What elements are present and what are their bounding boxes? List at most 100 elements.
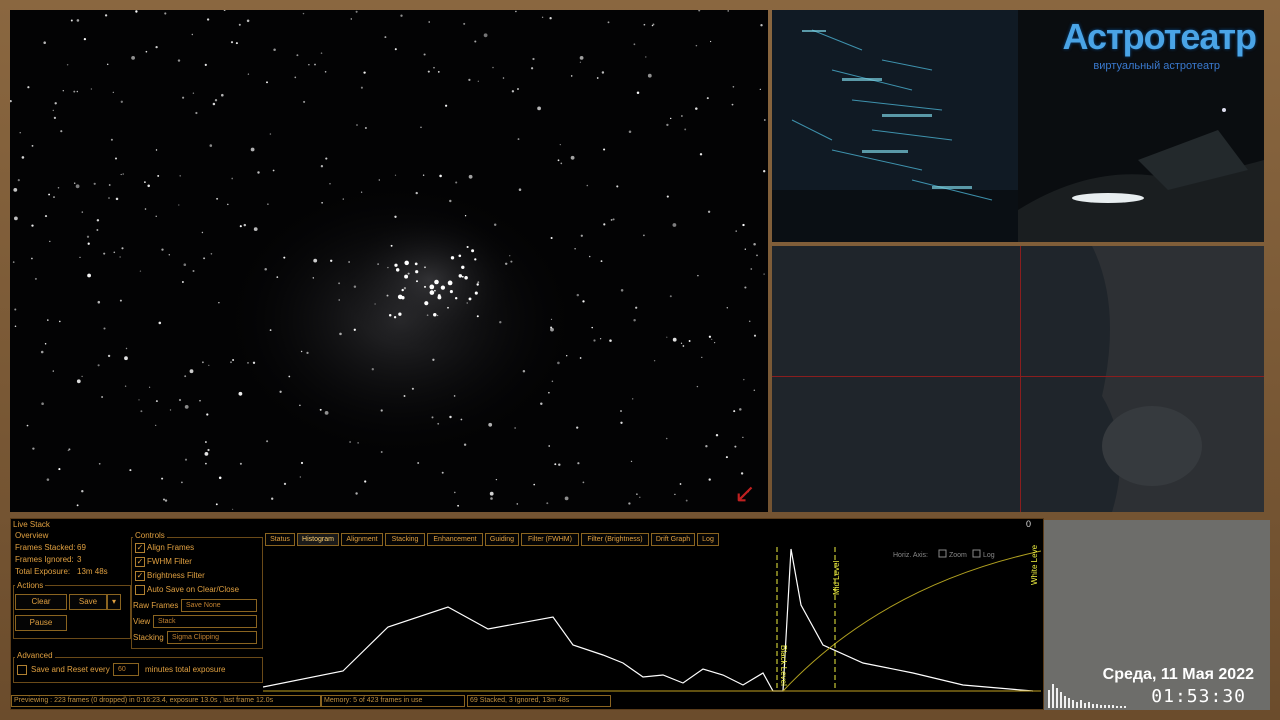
star (517, 88, 519, 90)
cluster-star (433, 313, 437, 317)
save-menu-button[interactable]: ▾ (107, 594, 121, 610)
star (669, 295, 672, 298)
cluster-star (414, 262, 418, 266)
star (672, 223, 677, 227)
star-map-chart (772, 29, 1018, 242)
star (283, 482, 287, 486)
star (355, 10, 358, 13)
cluster-star (401, 296, 405, 300)
star (252, 361, 256, 364)
dome-camera-view: Астротеатр виртуальный астротеатр (1018, 10, 1264, 242)
star (140, 410, 143, 413)
star (763, 170, 766, 173)
star (636, 91, 640, 94)
planetarium-view[interactable] (772, 10, 1018, 242)
star (428, 21, 431, 23)
star (177, 59, 181, 62)
raw-frames-select[interactable]: Save None (181, 599, 257, 612)
star (576, 293, 580, 297)
star (120, 100, 123, 103)
star (125, 347, 128, 350)
star (208, 364, 210, 367)
star (645, 56, 647, 58)
fwhm-filter-checkbox[interactable]: ✓ (135, 557, 145, 567)
star (124, 385, 127, 387)
star (748, 320, 751, 323)
star (253, 227, 258, 232)
histogram-chart[interactable]: Black Level Mid Level White Level Horiz.… (263, 545, 1041, 693)
raw-frames-label: Raw Frames (133, 601, 179, 610)
star (744, 286, 747, 289)
star (763, 273, 765, 275)
star (548, 391, 550, 394)
star (54, 102, 57, 105)
pause-button[interactable]: Pause (15, 615, 67, 631)
star (630, 460, 633, 463)
star (696, 385, 699, 388)
star (184, 458, 188, 461)
star (26, 424, 29, 427)
star (209, 144, 213, 147)
star (753, 334, 757, 337)
star (695, 107, 698, 110)
star (518, 188, 522, 191)
star (364, 480, 367, 483)
star (239, 462, 242, 465)
guide-camera-view[interactable] (772, 246, 1264, 512)
brightness-filter-checkbox[interactable]: ✓ (135, 571, 145, 581)
star (330, 259, 333, 262)
close-button[interactable]: 0 (1026, 519, 1031, 529)
star (464, 215, 467, 217)
star (235, 42, 238, 45)
stacking-select[interactable]: Sigma Clipping (167, 631, 257, 644)
star (184, 375, 187, 378)
stacked-image-view[interactable]: ↙ (10, 10, 768, 512)
star (79, 256, 81, 259)
actions-label: Actions (15, 581, 46, 590)
star (433, 66, 435, 69)
cluster-star (429, 284, 435, 290)
star (449, 415, 452, 419)
star (339, 332, 342, 336)
cluster-star (424, 285, 426, 288)
save-button[interactable]: Save (69, 594, 107, 610)
star (360, 86, 363, 89)
star (577, 462, 580, 465)
star (210, 253, 213, 255)
star (178, 204, 180, 206)
brand-subtitle: виртуальный астротеатр (1093, 60, 1220, 72)
star (733, 410, 736, 413)
star (104, 14, 108, 17)
star (360, 191, 363, 193)
star (43, 41, 46, 44)
frames-ignored-label: Frames Ignored: (15, 555, 74, 564)
clear-button[interactable]: Clear (15, 594, 67, 610)
star (14, 325, 17, 327)
star (707, 210, 711, 213)
align-frames-checkbox[interactable]: ✓ (135, 543, 145, 553)
star (212, 102, 216, 106)
star (329, 183, 331, 185)
star (431, 416, 434, 419)
star (162, 498, 166, 501)
star (96, 229, 99, 231)
save-reset-checkbox[interactable] (17, 665, 27, 675)
star (708, 335, 712, 338)
star (666, 123, 669, 127)
view-select[interactable]: Stack (153, 615, 257, 628)
minutes-input[interactable]: 60 (113, 663, 139, 676)
star (40, 350, 44, 354)
star (378, 179, 380, 181)
star (549, 17, 552, 20)
star (639, 496, 641, 499)
auto-save-checkbox[interactable] (135, 585, 145, 595)
star (504, 262, 508, 266)
star (279, 390, 282, 393)
star (119, 299, 122, 302)
cluster-star (474, 291, 478, 295)
star-field (10, 10, 766, 510)
star (502, 77, 505, 79)
star (680, 342, 683, 344)
star (715, 433, 719, 437)
star (98, 462, 101, 465)
